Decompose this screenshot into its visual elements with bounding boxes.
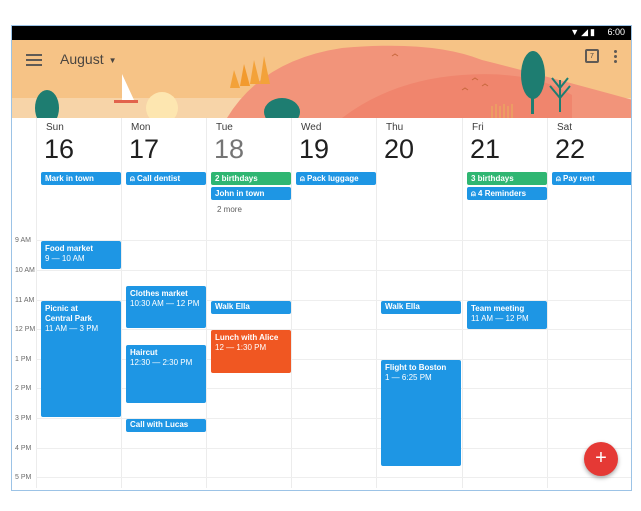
event-title: Food market (45, 244, 94, 253)
day-name: Sun (46, 122, 64, 133)
day-number: 22 (555, 134, 586, 164)
birthday-chip[interactable]: 2 birthdays (211, 172, 291, 185)
reminder-label: Pay rent (563, 174, 595, 183)
day-number: 18 (214, 134, 245, 164)
all-day-event[interactable]: John in town (211, 187, 291, 200)
app-header: August ▼ 7 (12, 40, 631, 118)
status-bar: ▼◢▮ 6:00 (12, 26, 631, 40)
reminder-icon: ⍝ (556, 174, 564, 183)
event-flight-boston[interactable]: Flight to Boston 1 — 6:25 PM (381, 360, 461, 466)
calendar-app: ▼◢▮ 6:00 August ▼ 7 Sun 16 Mon 17 Tue 18… (11, 25, 632, 491)
event-picnic[interactable]: Picnic at Central Park 11 AM — 3 PM (41, 301, 121, 417)
hour-line (36, 240, 631, 241)
day-number: 19 (299, 134, 330, 164)
hour-label: 5 PM (15, 474, 32, 481)
event-title: Lunch with Alice (215, 333, 279, 342)
hour-line (36, 477, 631, 478)
hour-line (36, 448, 631, 449)
hour-label: 9 AM (15, 237, 31, 244)
day-number: 17 (129, 134, 160, 164)
hour-line (36, 270, 631, 271)
hour-line (36, 329, 631, 330)
event-walk-ella[interactable]: Walk Ella (381, 301, 461, 314)
day-number: 16 (44, 134, 75, 164)
event-clothes-market[interactable]: Clothes market 10:30 AM — 12 PM (126, 286, 206, 328)
event-haircut[interactable]: Haircut 12:30 — 2:30 PM (126, 345, 206, 403)
hour-label: 11 AM (15, 297, 35, 304)
menu-icon[interactable] (26, 52, 42, 66)
reminder-label: Call dentist (137, 174, 181, 183)
event-title: Picnic at Central Park (45, 304, 93, 323)
event-lunch-alice[interactable]: Lunch with Alice 12 — 1:30 PM (211, 330, 291, 373)
event-time: 11 AM — 3 PM (45, 324, 99, 333)
reminder-chip[interactable]: ⍝ Call dentist (126, 172, 206, 185)
event-time: 9 — 10 AM (45, 254, 85, 263)
event-time: 12:30 — 2:30 PM (130, 358, 193, 367)
reminder-label: 4 Reminders (478, 189, 527, 198)
reminder-icon: ⍝ (130, 174, 138, 183)
reminder-icon: ⍝ (471, 189, 479, 198)
event-title: Flight to Boston (385, 363, 447, 372)
all-day-event[interactable]: Mark in town (41, 172, 121, 185)
day-name: Fri (472, 122, 484, 133)
hour-line (36, 418, 631, 419)
event-food-market[interactable]: Food market 9 — 10 AM (41, 241, 121, 269)
week-view: Sun 16 Mon 17 Tue 18 Wed 19 Thu 20 Fri 2… (12, 118, 631, 488)
more-options-icon[interactable] (614, 50, 618, 66)
event-title: Team meeting (471, 304, 525, 313)
hour-label: 1 PM (15, 356, 32, 363)
month-label: August (60, 51, 104, 67)
event-time: 12 — 1:30 PM (215, 343, 267, 352)
day-name: Thu (386, 122, 404, 133)
day-name: Tue (216, 122, 233, 133)
reminder-chip[interactable]: ⍝ Pack luggage (296, 172, 376, 185)
add-event-button[interactable]: + (584, 442, 618, 476)
event-time: 10:30 AM — 12 PM (130, 299, 200, 308)
event-call-lucas[interactable]: Call with Lucas (126, 419, 206, 432)
hour-label: 3 PM (15, 415, 32, 422)
day-name: Sat (557, 122, 573, 133)
day-name: Wed (301, 122, 322, 133)
hour-grid: 9 AM 10 AM 11 AM 12 PM 1 PM 2 PM 3 PM 4 … (12, 213, 631, 490)
day-number: 20 (384, 134, 415, 164)
event-title: Walk Ella (385, 302, 420, 311)
day-name: Mon (131, 122, 151, 133)
today-calendar-day: 7 (590, 53, 594, 60)
event-title: Walk Ella (215, 302, 250, 311)
event-team-meeting[interactable]: Team meeting 11 AM — 12 PM (467, 301, 547, 329)
event-time: 11 AM — 12 PM (471, 314, 529, 323)
event-time: 1 — 6:25 PM (385, 373, 432, 382)
status-icons: ▼◢▮ (570, 27, 597, 37)
status-time: 6:00 (607, 27, 625, 37)
today-calendar-icon[interactable]: 7 (585, 49, 599, 63)
month-selector[interactable]: August ▼ (60, 51, 117, 67)
reminder-icon: ⍝ (300, 174, 308, 183)
event-title: Clothes market (130, 289, 188, 298)
hour-label: 10 AM (15, 267, 35, 274)
dropdown-caret-icon: ▼ (108, 55, 117, 65)
reminder-label: Pack luggage (307, 174, 359, 183)
day-number: 21 (470, 134, 501, 164)
event-title: Call with Lucas (130, 420, 189, 429)
birthday-chip[interactable]: 3 birthdays (467, 172, 547, 185)
hour-label: 2 PM (15, 385, 32, 392)
reminder-chip[interactable]: ⍝ Pay rent (552, 172, 631, 185)
event-title: Haircut (130, 348, 158, 357)
hour-label: 4 PM (15, 445, 32, 452)
hour-label: 12 PM (15, 326, 36, 333)
event-walk-ella[interactable]: Walk Ella (211, 301, 291, 314)
reminder-chip[interactable]: ⍝ 4 Reminders (467, 187, 547, 200)
